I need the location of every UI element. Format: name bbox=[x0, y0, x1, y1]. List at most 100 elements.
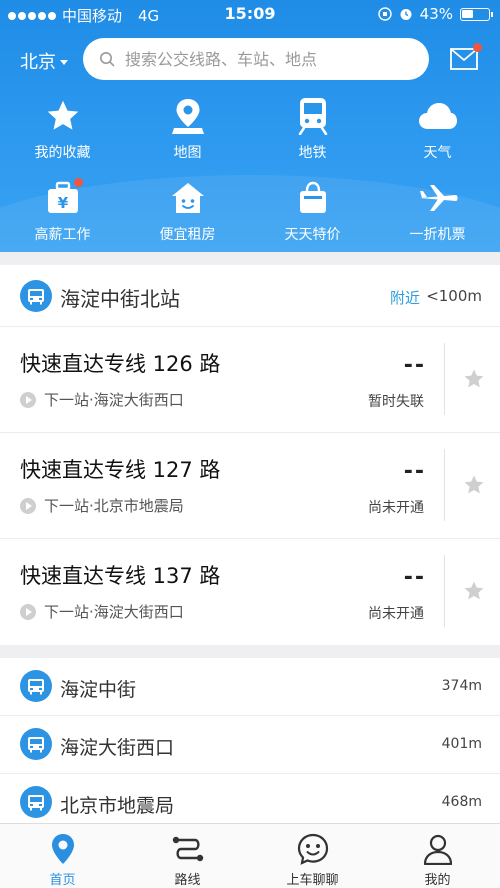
next-stop-text: 下一站·北京市地震局 bbox=[44, 497, 184, 515]
stop-distance: 374m bbox=[441, 678, 482, 694]
chat-face-icon bbox=[297, 833, 328, 865]
tab-label: 路线 bbox=[174, 873, 201, 888]
next-stop-text: 下一站·海淀大街西口 bbox=[44, 603, 184, 621]
job-bag-icon: ¥ bbox=[47, 181, 78, 213]
favorite-star-icon[interactable] bbox=[462, 367, 486, 391]
route-name: 快速直达专线 127 路 bbox=[20, 458, 221, 482]
search-input[interactable] bbox=[125, 49, 405, 69]
divider bbox=[444, 555, 445, 627]
bus-stop-icon bbox=[20, 280, 52, 312]
bus-stop-icon bbox=[20, 786, 52, 818]
route-eta: -- bbox=[403, 459, 426, 484]
unread-badge bbox=[473, 43, 482, 52]
bus-stop-icon bbox=[20, 728, 52, 760]
svg-text:¥: ¥ bbox=[57, 194, 68, 212]
favorite-star-icon[interactable] bbox=[462, 473, 486, 497]
shopping-bag-icon bbox=[299, 181, 326, 213]
quick-action-map[interactable]: 地图 bbox=[125, 96, 250, 178]
location-pin-icon bbox=[51, 834, 74, 864]
list-item[interactable]: 海淀中街 374m bbox=[0, 658, 500, 716]
orientation-lock-icon bbox=[377, 7, 392, 21]
quick-action-label: 我的收藏 bbox=[34, 145, 91, 161]
route-eta: -- bbox=[403, 353, 426, 378]
quick-action-deals[interactable]: 天天特价 bbox=[250, 178, 375, 252]
search-icon bbox=[100, 52, 115, 67]
route-status: 尚未开通 bbox=[368, 606, 424, 622]
header: 中国移动 4G 15:09 43% 北京 我的收藏 bbox=[0, 0, 500, 252]
battery-percent: 43% bbox=[419, 5, 453, 23]
quick-action-label: 地铁 bbox=[298, 145, 327, 161]
divider bbox=[444, 449, 445, 521]
next-stop: 下一站·北京市地震局 bbox=[20, 495, 184, 516]
quick-action-label: 地图 bbox=[173, 145, 202, 161]
quick-action-label: 便宜租房 bbox=[159, 227, 216, 243]
next-arrow-icon bbox=[20, 497, 36, 514]
quick-action-rental[interactable]: 便宜租房 bbox=[125, 178, 250, 252]
mail-icon bbox=[450, 48, 478, 70]
next-arrow-icon bbox=[20, 391, 36, 408]
next-stop-text: 下一站·海淀大街西口 bbox=[44, 391, 184, 409]
star-icon bbox=[47, 100, 78, 130]
tab-bar: 首页 路线 上车聊聊 我的 bbox=[0, 823, 500, 888]
list-item[interactable]: 北京市地震局 468m bbox=[0, 774, 500, 823]
quick-action-label: 高薪工作 bbox=[34, 227, 91, 243]
search-bar[interactable] bbox=[83, 38, 429, 80]
stop-distance: 401m bbox=[441, 736, 482, 752]
quick-action-flights[interactable]: 一折机票 bbox=[375, 178, 500, 252]
quick-action-label: 一折机票 bbox=[409, 227, 466, 243]
route-name: 快速直达专线 126 路 bbox=[20, 352, 221, 376]
new-badge bbox=[73, 178, 83, 187]
nearest-station-card: 海淀中街北站 附近 <100m 快速直达专线 126 路 下一站·海淀大街西口 … bbox=[0, 265, 500, 645]
next-stop: 下一站·海淀大街西口 bbox=[20, 601, 184, 622]
next-arrow-icon bbox=[20, 603, 36, 620]
stop-distance: 468m bbox=[441, 794, 482, 810]
tab-route[interactable]: 路线 bbox=[125, 824, 250, 888]
quick-action-subway[interactable]: 地铁 bbox=[250, 96, 375, 178]
route-status: 暂时失联 bbox=[368, 394, 424, 410]
list-item[interactable]: 海淀大街西口 401m bbox=[0, 716, 500, 774]
station-name: 海淀中街北站 bbox=[60, 287, 180, 311]
route-name: 快速直达专线 137 路 bbox=[20, 564, 221, 588]
next-stop: 下一站·海淀大街西口 bbox=[20, 389, 184, 410]
tab-chat[interactable]: 上车聊聊 bbox=[250, 824, 375, 888]
tab-label: 我的 bbox=[424, 873, 451, 888]
favorite-star-icon[interactable] bbox=[462, 579, 486, 603]
route-eta: -- bbox=[403, 565, 426, 590]
battery-icon bbox=[460, 7, 493, 21]
house-icon bbox=[171, 183, 204, 213]
quick-action-favorites[interactable]: 我的收藏 bbox=[0, 96, 125, 178]
quick-action-grid: 我的收藏 地图 地铁 天气 ¥ 高薪工作 便宜租房 天天特价 一折机票 bbox=[0, 96, 500, 252]
tab-label: 上车聊聊 bbox=[286, 873, 339, 888]
tab-profile[interactable]: 我的 bbox=[375, 824, 500, 888]
person-icon bbox=[423, 834, 452, 865]
tab-home[interactable]: 首页 bbox=[0, 824, 125, 888]
station-header[interactable]: 海淀中街北站 附近 <100m bbox=[0, 265, 500, 327]
divider bbox=[444, 343, 445, 415]
route-icon bbox=[172, 836, 203, 862]
alarm-icon bbox=[400, 9, 412, 20]
stop-name: 北京市地震局 bbox=[60, 795, 175, 817]
nearby-stations-list: 海淀中街 374m 海淀大街西口 401m 北京市地震局 468m bbox=[0, 658, 500, 823]
route-row[interactable]: 快速直达专线 126 路 下一站·海淀大街西口 -- 暂时失联 bbox=[0, 327, 500, 433]
status-bar: 中国移动 4G 15:09 43% bbox=[0, 0, 500, 28]
route-status: 尚未开通 bbox=[368, 500, 424, 516]
city-selector[interactable]: 北京 bbox=[20, 48, 68, 74]
quick-action-weather[interactable]: 天气 bbox=[375, 96, 500, 178]
nearby-label: 附近 bbox=[390, 289, 421, 307]
stop-name: 海淀大街西口 bbox=[60, 737, 175, 759]
tab-label: 首页 bbox=[49, 873, 76, 888]
quick-action-label: 天天特价 bbox=[284, 227, 341, 243]
cloud-icon bbox=[418, 103, 457, 129]
quick-action-jobs[interactable]: ¥ 高薪工作 bbox=[0, 178, 125, 252]
route-row[interactable]: 快速直达专线 127 路 下一站·北京市地震局 -- 尚未开通 bbox=[0, 433, 500, 539]
bus-stop-icon bbox=[20, 670, 52, 702]
stop-name: 海淀中街 bbox=[60, 679, 137, 701]
station-distance: <100m bbox=[426, 287, 482, 305]
subway-icon bbox=[298, 98, 327, 135]
city-name: 北京 bbox=[20, 52, 56, 73]
route-row[interactable]: 快速直达专线 137 路 下一站·海淀大街西口 -- 尚未开通 bbox=[0, 539, 500, 645]
caret-down-icon bbox=[60, 59, 68, 65]
quick-action-label: 天气 bbox=[423, 145, 452, 161]
message-button[interactable] bbox=[450, 43, 482, 70]
airplane-icon bbox=[419, 185, 457, 211]
